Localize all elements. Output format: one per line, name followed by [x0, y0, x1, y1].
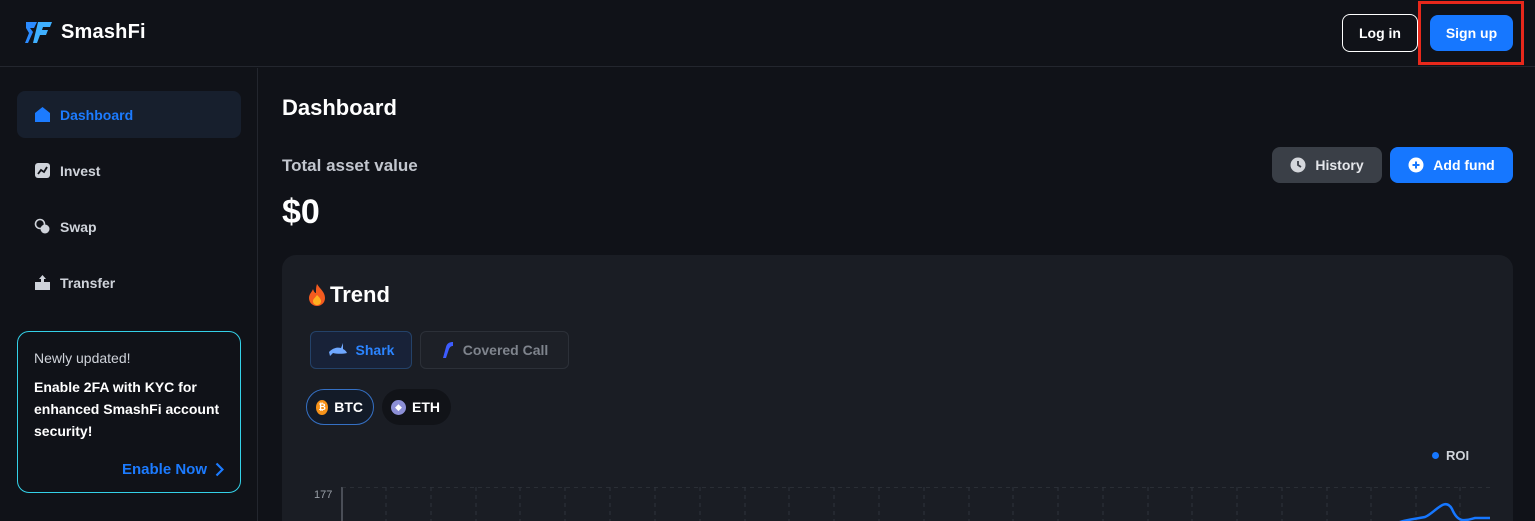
btc-icon: ₿ — [316, 399, 329, 415]
promo-card: Newly updated! Enable 2FA with KYC for e… — [17, 331, 241, 493]
promo-body: Enable 2FA with KYC for enhanced SmashFi… — [34, 379, 220, 439]
coin-btc-label: BTC — [334, 399, 363, 415]
home-icon — [34, 106, 51, 123]
sidebar: Dashboard Invest Swap Transfer Newly upd… — [0, 68, 258, 521]
smashfi-logo-icon — [25, 22, 52, 43]
sidebar-item-label: Transfer — [60, 274, 116, 291]
sidebar-item-dashboard[interactable]: Dashboard — [17, 91, 241, 138]
brand-name: SmashFi — [61, 21, 146, 43]
history-button[interactable]: History — [1272, 147, 1382, 183]
tab-shark[interactable]: Shark — [310, 331, 412, 369]
sidebar-item-label: Dashboard — [60, 106, 134, 123]
tab-covered-call[interactable]: Covered Call — [420, 331, 569, 369]
swap-icon — [34, 218, 51, 235]
trend-card: Trend Shark Covered Call ₿ BTC ◆ ETH ROI… — [282, 255, 1513, 521]
sidebar-item-transfer[interactable]: Transfer — [17, 259, 241, 306]
legend-dot — [1432, 452, 1439, 459]
page-title: Dashboard — [282, 95, 397, 120]
sidebar-item-invest[interactable]: Invest — [17, 147, 241, 194]
fire-icon — [309, 284, 325, 306]
y-axis-tick: 177 — [314, 489, 333, 501]
history-label: History — [1315, 157, 1364, 173]
top-bar: SmashFi Log in Sign up — [0, 0, 1535, 67]
coin-btc-button[interactable]: ₿ BTC — [306, 389, 374, 425]
coin-eth-label: ETH — [412, 399, 440, 415]
signup-button[interactable]: Sign up — [1430, 15, 1513, 51]
eth-icon: ◆ — [391, 399, 406, 415]
promo-title: Newly updated! — [34, 350, 131, 366]
tab-covered-call-label: Covered Call — [462, 342, 549, 358]
covered-call-icon — [442, 342, 453, 358]
trend-title: Trend — [306, 282, 390, 308]
roi-chart — [341, 487, 1490, 521]
add-fund-button[interactable]: Add fund — [1390, 147, 1513, 183]
sidebar-item-swap[interactable]: Swap — [17, 203, 241, 250]
sidebar-item-label: Invest — [60, 162, 101, 179]
total-asset-label: Total asset value — [282, 156, 418, 175]
coin-eth-button[interactable]: ◆ ETH — [382, 389, 451, 425]
trend-title-label: Trend — [330, 282, 390, 307]
enable-now-link[interactable]: Enable Now — [122, 461, 224, 478]
plus-circle-icon — [1408, 157, 1424, 173]
shark-icon — [328, 343, 347, 356]
logo[interactable]: SmashFi — [24, 20, 146, 45]
chart-icon — [34, 162, 51, 179]
login-button[interactable]: Log in — [1342, 14, 1418, 52]
total-asset-value: $0 — [282, 193, 320, 231]
enable-now-label: Enable Now — [121, 461, 207, 478]
chevron-right-icon — [215, 462, 224, 477]
chart-legend: ROI — [1432, 448, 1469, 463]
legend-label: ROI — [1446, 448, 1470, 463]
add-fund-label: Add fund — [1433, 157, 1495, 173]
tab-shark-label: Shark — [355, 342, 395, 358]
clock-icon — [1290, 157, 1306, 173]
transfer-icon — [34, 274, 51, 291]
sidebar-item-label: Swap — [60, 218, 97, 235]
